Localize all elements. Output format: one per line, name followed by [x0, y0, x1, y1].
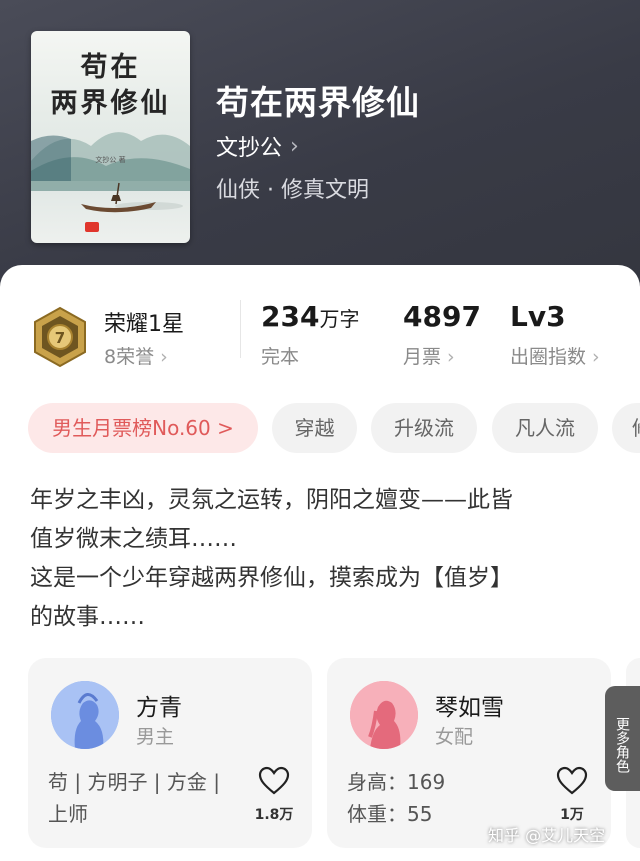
honor-title: 荣耀1星	[104, 312, 184, 337]
monthly-votes: 4897	[403, 300, 481, 333]
tag-ranking[interactable]: 男生月票榜No.60 >	[28, 403, 258, 453]
heart-icon[interactable]	[556, 766, 588, 796]
cover-author: 文抄公 著	[95, 156, 126, 164]
heart-icon[interactable]	[258, 766, 290, 796]
medal-number: 7	[55, 329, 65, 347]
monthly-votes-value: 4897	[403, 300, 481, 333]
character-role: 男主	[136, 726, 175, 748]
more-roles-button[interactable]: 更多角色	[605, 686, 640, 791]
cover-title-line2: 两界修仙	[50, 88, 171, 119]
watermark: 知乎 @艾儿天空	[488, 826, 606, 845]
monthly-votes-link[interactable]: 月票 ›	[403, 342, 455, 369]
word-count-unit: 万字	[319, 307, 360, 331]
word-count: 234万字	[261, 300, 359, 333]
chevron-right-icon: ›	[160, 346, 168, 368]
book-cover[interactable]: 苟在 两界修仙 文抄公 著	[31, 31, 190, 243]
book-header: 苟在 两界修仙 文抄公 著 苟在两界修仙 文抄公 › 仙侠 · 修真文明	[0, 0, 640, 300]
description-line: 年岁之丰凶，灵氛之运转，阴阳之嬗变——此皆	[30, 487, 513, 513]
tag-item[interactable]: 穿越	[272, 403, 357, 453]
character-name: 琴如雪	[435, 695, 504, 721]
tag-list: 男生月票榜No.60 > 穿越 升级流 凡人流 修	[28, 403, 640, 453]
tag-item[interactable]: 凡人流	[492, 403, 598, 453]
cover-title-line1: 苟在	[80, 52, 141, 83]
tag-item[interactable]: 修	[612, 403, 640, 453]
honor-medal-icon[interactable]: 7	[31, 306, 89, 368]
breakout-index: Lv3	[510, 300, 566, 333]
character-info-line: 苟 | 方明子 | 方金 |	[48, 770, 221, 794]
stats-row: 7 荣耀1星 8荣誉 › 234万字 完本 4897 月票 › Lv3 出圈指数 ›	[0, 300, 640, 380]
chevron-right-icon: ›	[290, 133, 299, 159]
like-count: 1万	[560, 807, 584, 823]
description-line: 的故事……	[30, 604, 145, 630]
description-line: 值岁微末之绩耳……	[30, 526, 237, 552]
breakout-index-link[interactable]: 出圈指数 ›	[510, 342, 600, 369]
book-title: 苟在两界修仙	[216, 83, 420, 122]
word-count-value: 234	[261, 300, 320, 333]
honor-link[interactable]: 8荣誉 ›	[104, 342, 168, 369]
character-card[interactable]: 方青 男主 苟 | 方明子 | 方金 | 上师 1.8万	[28, 658, 312, 848]
character-avatar	[350, 681, 418, 749]
like-count: 1.8万	[254, 807, 294, 823]
character-silhouette-icon	[350, 681, 418, 749]
chevron-right-icon: ›	[592, 346, 600, 368]
honor-count: 8荣誉	[104, 346, 155, 368]
character-silhouette-icon	[51, 681, 119, 749]
character-info: 身高：169 体重：55	[347, 766, 445, 830]
breakout-index-label: 出圈指数	[510, 346, 587, 368]
author-link[interactable]: 文抄公 ›	[216, 130, 299, 162]
character-card[interactable]: 琴如雪 女配 身高：169 体重：55 1万	[327, 658, 611, 848]
character-info-line: 上师	[48, 802, 88, 826]
character-avatar	[51, 681, 119, 749]
chevron-right-icon: ›	[447, 346, 455, 368]
character-info-line: 身高：169	[347, 770, 446, 794]
tag-item[interactable]: 升级流	[371, 403, 477, 453]
character-name: 方青	[136, 695, 182, 721]
book-genre[interactable]: 仙侠 · 修真文明	[216, 172, 369, 204]
monthly-votes-label: 月票	[403, 346, 442, 368]
breakout-index-value: Lv3	[510, 300, 566, 333]
book-description[interactable]: 年岁之丰凶，灵氛之运转，阴阳之嬗变——此皆 值岁微末之绩耳…… 这是一个少年穿越…	[30, 481, 610, 637]
character-info: 苟 | 方明子 | 方金 | 上师	[48, 766, 220, 830]
publisher-logo	[85, 222, 99, 232]
description-line: 这是一个少年穿越两界修仙，摸索成为【值岁】	[30, 565, 513, 591]
character-info-line: 体重：55	[347, 802, 433, 826]
author-name: 文抄公	[216, 136, 283, 161]
character-role: 女配	[435, 726, 474, 748]
completion-status: 完本	[261, 346, 300, 368]
stats-divider	[240, 300, 241, 358]
